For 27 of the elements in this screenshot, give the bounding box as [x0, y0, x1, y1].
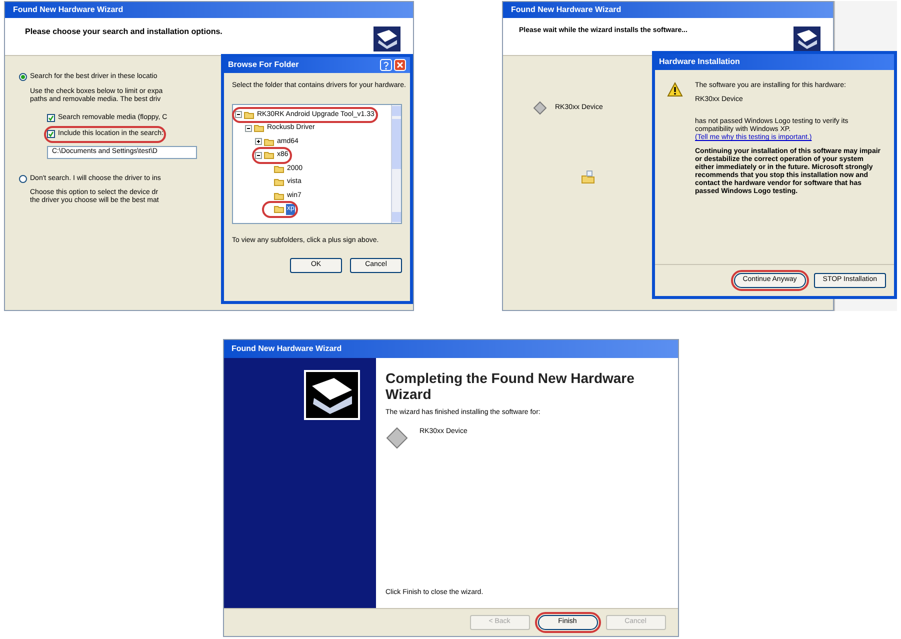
hardware-wizard-icon [304, 370, 360, 420]
window-title: Found New Hardware Wizard [13, 4, 124, 16]
radio-button[interactable] [19, 73, 27, 82]
window-title: Browse For Folder [228, 59, 299, 71]
hardware-wizard-icon [793, 26, 821, 52]
expand-icon [255, 138, 262, 146]
close-icon [394, 59, 406, 71]
checkmark-icon [48, 131, 54, 138]
warning-icon [667, 82, 683, 97]
checkbox[interactable] [47, 130, 55, 138]
device-icon [386, 426, 408, 448]
collapse-icon [245, 124, 252, 132]
wizard-heading: Completing the Found New Hardware Wizard [386, 370, 636, 402]
scroll-bar[interactable] [391, 104, 401, 222]
window-title: Found New Hardware Wizard [232, 343, 342, 355]
window-title: Hardware Installation [659, 56, 740, 68]
help-icon [380, 59, 392, 71]
collapse-icon [255, 152, 262, 159]
radio-button[interactable] [19, 174, 27, 183]
window-title: Found New Hardware Wizard [511, 4, 622, 16]
header-text: Please choose your search and installation options. [25, 26, 222, 38]
checkbox[interactable] [47, 114, 55, 122]
collapse-icon [235, 111, 242, 118]
hardware-wizard-icon [373, 26, 401, 52]
device-icon [533, 101, 547, 115]
checkmark-icon [48, 114, 54, 121]
folder-icon [581, 170, 595, 184]
